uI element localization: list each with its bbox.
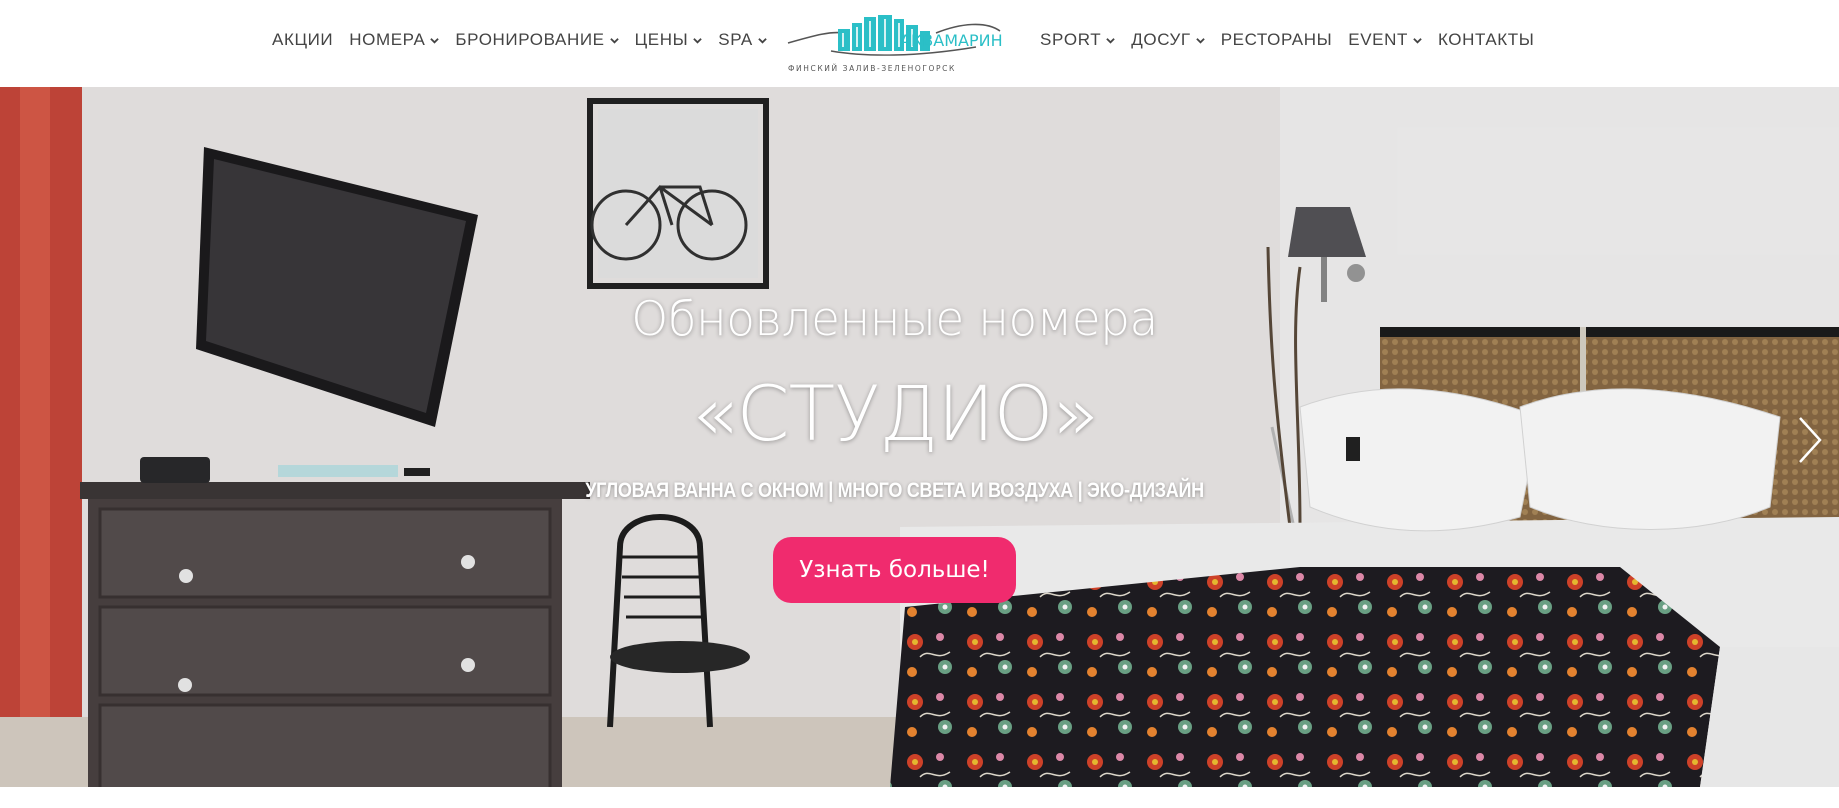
chevron-down-icon bbox=[430, 38, 440, 44]
hero-title: Обновленные номера bbox=[631, 292, 1158, 347]
site-header: АКЦИИ НОМЕРА БРОНИРОВАНИЕ ЦЕНЫ SPA АКВАМ… bbox=[0, 0, 1839, 87]
page-body-start bbox=[0, 787, 1839, 808]
nav-item-restorany[interactable]: РЕСТОРАНЫ bbox=[1221, 30, 1333, 50]
nav-item-label: БРОНИРОВАНИЕ bbox=[455, 30, 605, 49]
logo-tagline: ФИНСКИЙ ЗАЛИВ-ЗЕЛЕНОГОРСК bbox=[788, 64, 956, 73]
learn-more-button[interactable]: Узнать больше! bbox=[773, 537, 1016, 603]
logo-name: АКВАМАРИН bbox=[900, 31, 1002, 50]
nav-item-ceny[interactable]: ЦЕНЫ bbox=[635, 30, 703, 50]
chevron-down-icon bbox=[1106, 38, 1116, 44]
chevron-down-icon bbox=[1413, 38, 1422, 44]
main-nav-left: АКЦИИ НОМЕРА БРОНИРОВАНИЕ ЦЕНЫ SPA bbox=[272, 0, 783, 80]
main-nav-right: SPORT ДОСУГ РЕСТОРАНЫ EVENT КОНТАКТЫ bbox=[1040, 0, 1550, 80]
hero-title-main: «СТУДИО» bbox=[691, 369, 1099, 458]
nav-item-label: РЕСТОРАНЫ bbox=[1220, 30, 1333, 49]
hotel-logo[interactable]: АКВАМАРИН ФИНСКИЙ ЗАЛИВ-ЗЕЛЕНОГОРСК bbox=[786, 13, 1002, 75]
chevron-right-icon[interactable] bbox=[1796, 414, 1824, 466]
chevron-down-icon bbox=[1195, 38, 1205, 44]
nav-item-akcii[interactable]: АКЦИИ bbox=[272, 30, 333, 50]
hero-slider: Обновленные номера «СТУДИО» УГЛОВАЯ ВАНН… bbox=[0, 87, 1839, 787]
chevron-down-icon bbox=[693, 38, 702, 44]
nav-item-label: SPORT bbox=[1040, 30, 1102, 49]
nav-item-bronirovanie[interactable]: БРОНИРОВАНИЕ bbox=[455, 30, 619, 50]
hero-subtitle: УГЛОВАЯ ВАННА С ОКНОМ | МНОГО СВЕТА И ВО… bbox=[585, 479, 1204, 502]
chevron-down-icon bbox=[609, 38, 619, 44]
nav-item-label: КОНТАКТЫ bbox=[1437, 30, 1535, 49]
nav-item-label: НОМЕРА bbox=[349, 30, 426, 49]
chevron-down-icon bbox=[758, 38, 767, 44]
nav-item-event[interactable]: EVENT bbox=[1348, 30, 1422, 50]
nav-item-label: ДОСУГ bbox=[1131, 30, 1191, 49]
nav-item-label: АКЦИИ bbox=[272, 30, 334, 49]
nav-item-kontakty[interactable]: КОНТАКТЫ bbox=[1438, 30, 1535, 50]
nav-item-sport[interactable]: SPORT bbox=[1040, 30, 1116, 50]
nav-item-label: ЦЕНЫ bbox=[634, 30, 689, 49]
nav-item-label: EVENT bbox=[1348, 30, 1408, 49]
nav-item-nomera[interactable]: НОМЕРА bbox=[349, 30, 440, 50]
nav-item-dosug[interactable]: ДОСУГ bbox=[1131, 30, 1205, 50]
nav-item-spa[interactable]: SPA bbox=[718, 30, 767, 50]
nav-item-label: SPA bbox=[718, 30, 753, 49]
